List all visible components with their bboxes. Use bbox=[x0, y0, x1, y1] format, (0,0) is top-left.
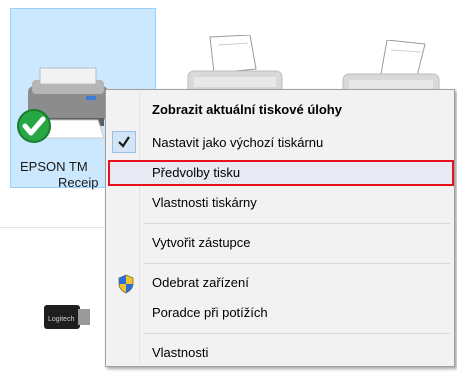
menu-item-printer-properties[interactable]: Vlastnosti tiskárny bbox=[108, 190, 452, 216]
menu-item-label: Vlastnosti bbox=[152, 345, 209, 360]
menu-item-properties[interactable]: Vlastnosti bbox=[108, 340, 452, 366]
menu-item-create-shortcut[interactable]: Vytvořit zástupce bbox=[108, 230, 452, 256]
menu-item-troubleshoot[interactable]: Poradce při potížích bbox=[108, 300, 452, 326]
menu-item-label: Odebrat zařízení bbox=[152, 275, 249, 290]
menu-item-printing-preferences[interactable]: Předvolby tisku bbox=[108, 160, 454, 186]
menu-item-label: Zobrazit aktuální tiskové úlohy bbox=[152, 102, 342, 117]
printer-name-line2: Receip bbox=[58, 175, 99, 190]
menu-item-label: Vytvořit zástupce bbox=[152, 235, 251, 250]
usb-receiver-icon: Logitech bbox=[44, 305, 90, 329]
menu-item-label: Poradce při potížích bbox=[152, 305, 268, 320]
context-menu: Zobrazit aktuální tiskové úlohy Nastavit… bbox=[105, 89, 455, 367]
checkmark-box bbox=[112, 131, 136, 153]
menu-item-remove-device[interactable]: Odebrat zařízení bbox=[108, 270, 452, 296]
green-check-icon bbox=[17, 109, 51, 143]
printer-name-line1: EPSON TM bbox=[20, 159, 88, 174]
menu-separator bbox=[144, 333, 450, 334]
menu-item-label: Vlastnosti tiskárny bbox=[152, 195, 257, 210]
menu-separator bbox=[144, 263, 450, 264]
menu-item-set-default-printer[interactable]: Nastavit jako výchozí tiskárnu bbox=[108, 130, 452, 156]
menu-separator bbox=[144, 223, 450, 224]
checkmark-icon bbox=[118, 136, 130, 148]
menu-item-show-print-jobs[interactable]: Zobrazit aktuální tiskové úlohy bbox=[108, 97, 452, 123]
menu-item-label: Předvolby tisku bbox=[152, 165, 241, 180]
menu-item-label: Nastavit jako výchozí tiskárnu bbox=[152, 135, 324, 150]
uac-shield-icon bbox=[118, 274, 134, 294]
usb-brand-text: Logitech bbox=[48, 316, 75, 323]
